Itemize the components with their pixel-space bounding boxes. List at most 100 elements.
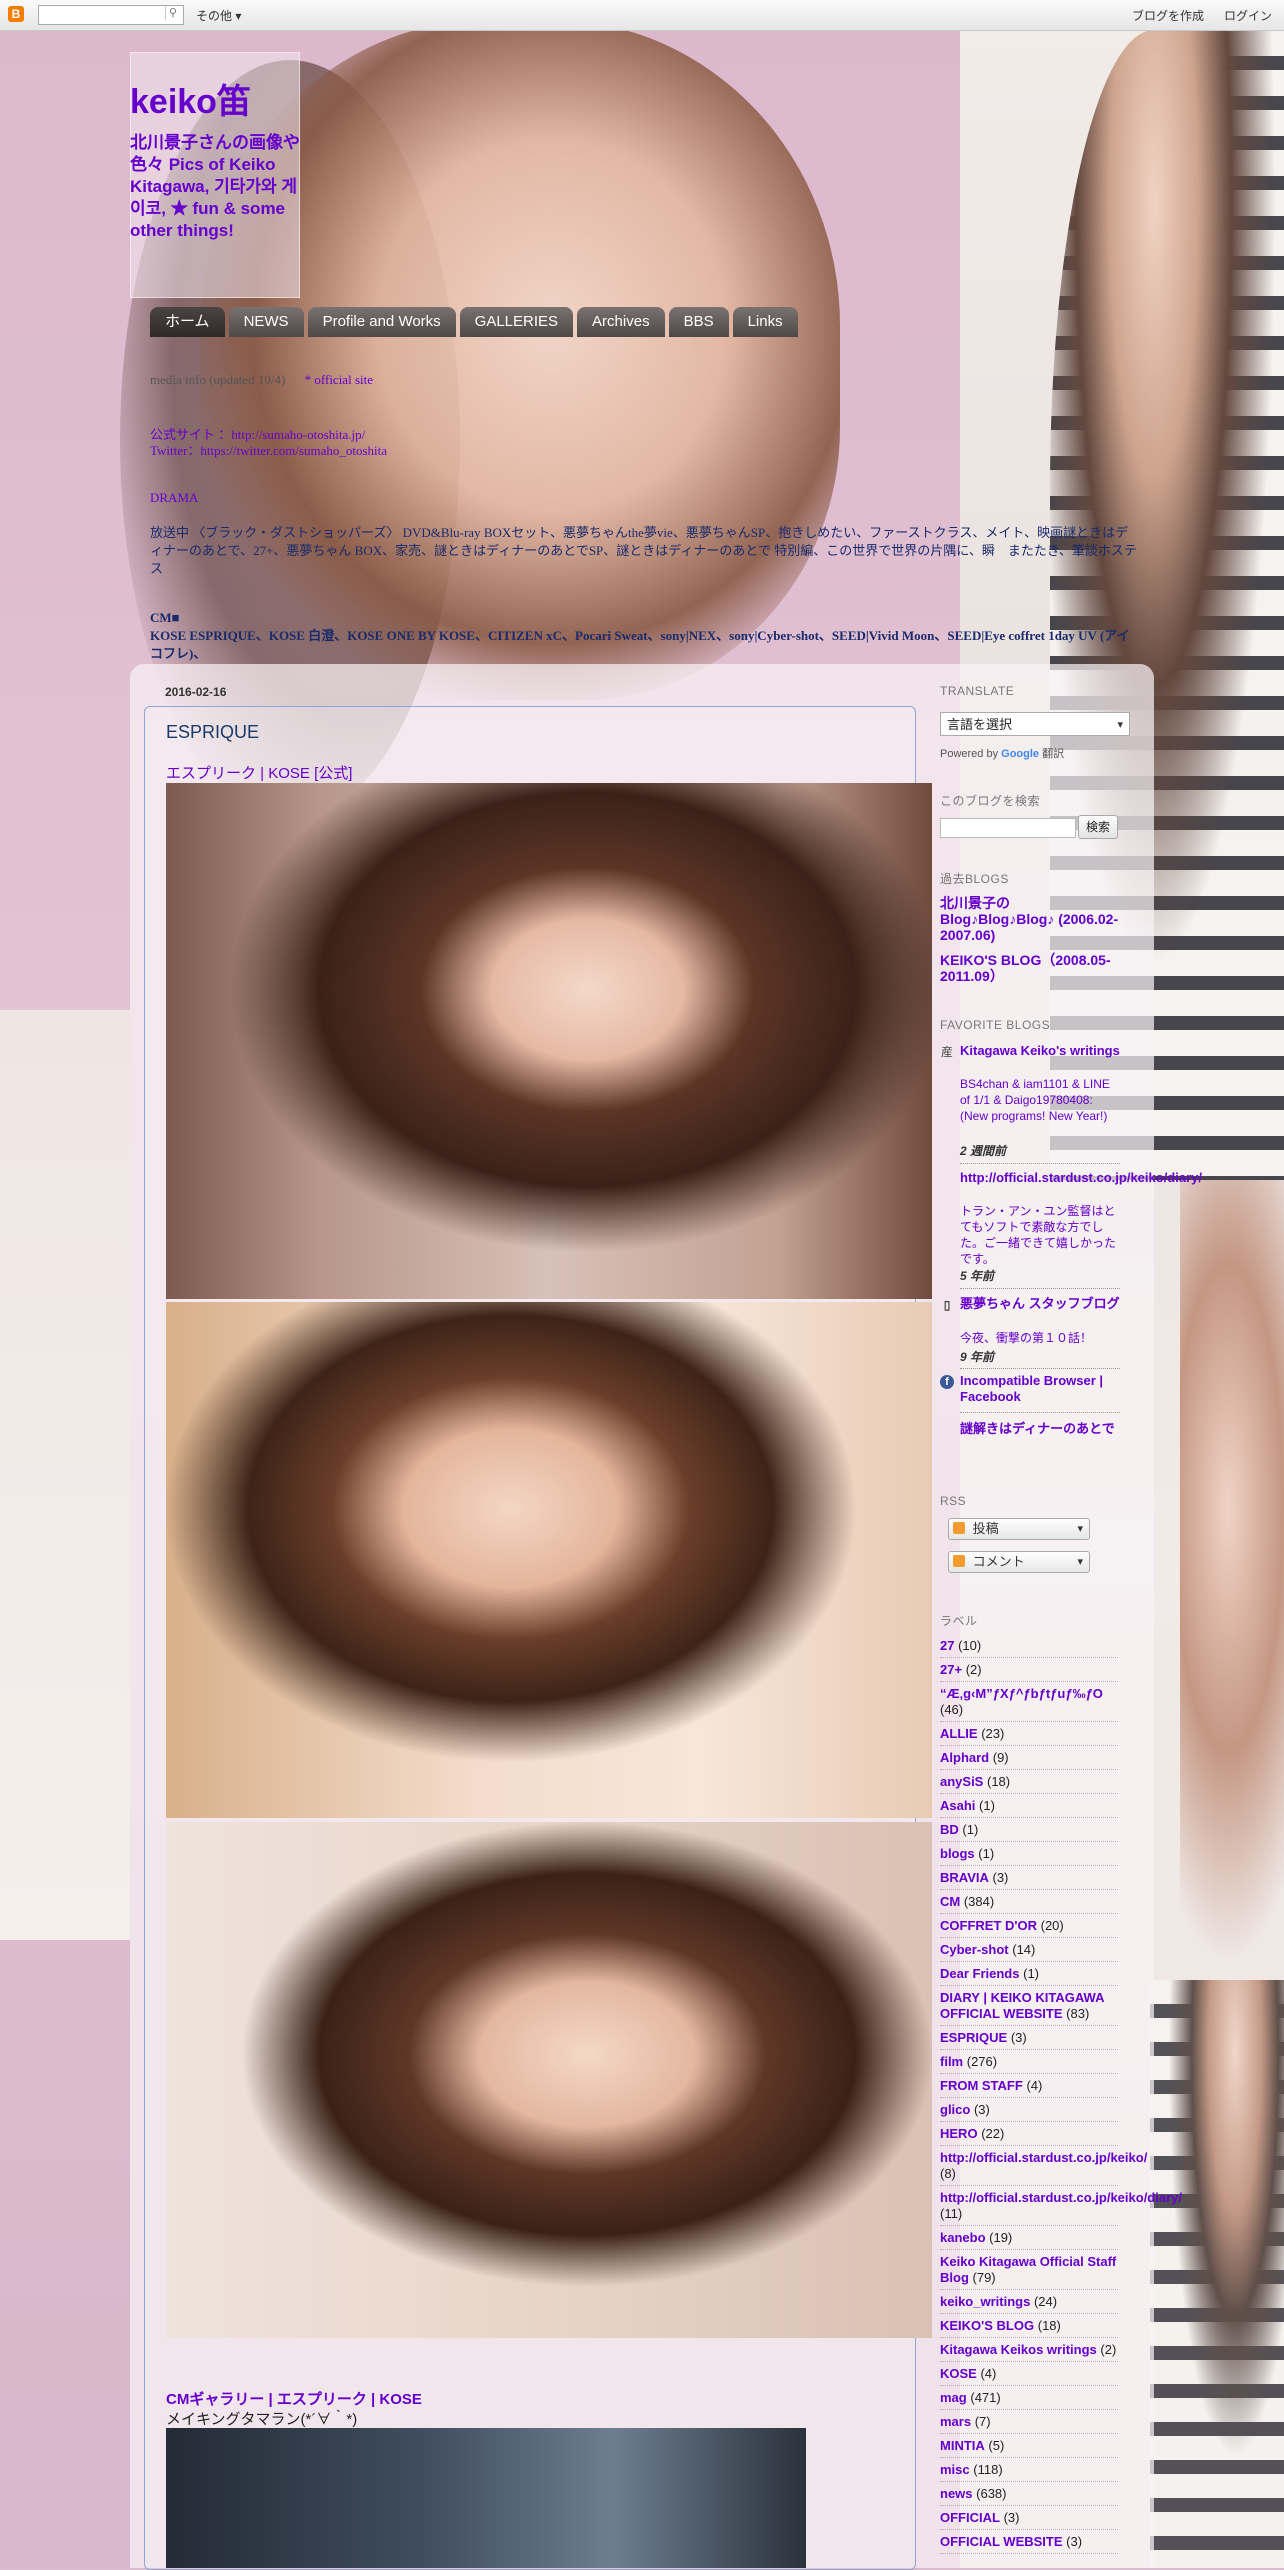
more-menu[interactable]: その他 ▾ [196,7,241,24]
blog-title[interactable]: keiko笛 [130,74,251,123]
post-source-link[interactable]: エスプリーク | KOSE [公式] [166,762,352,783]
label-item[interactable]: misc (118) [940,2458,1118,2482]
label-name[interactable]: COFFRET D'OR [940,1918,1037,1933]
label-name[interactable]: mag [940,2390,967,2405]
label-item[interactable]: HERO (22) [940,2122,1118,2146]
label-name[interactable]: http://official.stardust.co.jp/keiko/ [940,2150,1147,2165]
label-item[interactable]: 27+ (2) [940,1658,1118,1682]
label-name[interactable]: MINTIA [940,2438,985,2453]
language-select[interactable]: 言語を選択 ▾ [940,712,1130,736]
favorite-blog-post[interactable]: 今夜、衝撃の第１０話！ [960,1330,1120,1346]
label-item[interactable]: http://official.stardust.co.jp/keiko/dia… [940,2186,1182,2226]
favorite-blog-post[interactable]: トラン・アン・ユン監督はとてもソフトで素敵な方でした。ご一緒できて嬉しかったです… [960,1203,1120,1267]
label-item[interactable]: Keiko Kitagawa Official Staff Blog (79) [940,2250,1118,2290]
label-item[interactable]: ALLIE (23) [940,1722,1118,1746]
label-item[interactable]: MINTIA (5) [940,2434,1118,2458]
label-item[interactable]: OFFICIAL WEBSITE (3) [940,2530,1118,2554]
label-item[interactable]: anySiS (18) [940,1770,1118,1794]
label-name[interactable]: ALLIE [940,1726,978,1741]
label-name[interactable]: blogs [940,1846,975,1861]
label-name[interactable]: Dear Friends [940,1966,1019,1981]
label-item[interactable]: Kitagawa Keikos writings (2) [940,2338,1118,2362]
tab-galleries[interactable]: GALLERIES [459,307,574,337]
favorite-blog-title[interactable]: http://official.stardust.co.jp/keiko/dia… [960,1170,1202,1186]
favorite-blog-post[interactable]: BS4chan & iam1101 & LINE of 1/1 & Daigo1… [960,1076,1120,1124]
label-item[interactable]: blogs (1) [940,1842,1118,1866]
search-icon[interactable]: ⚲ [165,6,180,20]
label-name[interactable]: Kitagawa Keikos writings [940,2342,1097,2357]
label-item[interactable]: FROM STAFF (4) [940,2074,1118,2098]
label-name[interactable]: glico [940,2102,970,2117]
label-name[interactable]: OFFICIAL WEBSITE [940,2534,1063,2549]
post-photo-2[interactable] [166,1302,932,1818]
google-logo[interactable]: Google [1001,748,1039,760]
label-item[interactable]: OFFICIAL (3) [940,2506,1118,2530]
navbar-search-input[interactable] [38,5,184,25]
making-video-thumbnail[interactable] [166,2428,806,2568]
favorite-blog-title[interactable]: 謎解きはディナーのあとで [960,1421,1120,1437]
post-photo-1[interactable] [166,783,932,1299]
label-item[interactable]: BRAVIA (3) [940,1866,1118,1890]
post-photo-3[interactable] [166,1822,932,2338]
label-name[interactable]: 27 [940,1638,954,1653]
label-name[interactable]: anySiS [940,1774,983,1789]
label-name[interactable]: BD [940,1822,959,1837]
label-item[interactable]: Dear Friends (1) [940,1962,1118,1986]
past-blog-link-1[interactable]: 北川景子の Blog♪Blog♪Blog♪ (2006.02-2007.06) [940,895,1120,943]
label-name[interactable]: Keiko Kitagawa Official Staff Blog [940,2254,1116,2285]
label-item[interactable]: CM (384) [940,1890,1118,1914]
label-item[interactable]: “Æ‚g‹M”ƒXƒ^ƒbƒtƒuƒ‰ƒO (46) [940,1682,1118,1722]
blogger-logo-icon[interactable]: B [8,6,24,22]
label-name[interactable]: Cyber-shot [940,1942,1009,1957]
login-link[interactable]: ログイン [1224,7,1272,24]
rss-posts-button[interactable]: 投稿 ▾ [948,1518,1090,1540]
label-item[interactable]: keiko_writings (24) [940,2290,1118,2314]
label-name[interactable]: KOSE [940,2366,977,2381]
label-name[interactable]: film [940,2054,963,2069]
label-item[interactable]: kanebo (19) [940,2226,1118,2250]
label-name[interactable]: “Æ‚g‹M”ƒXƒ^ƒbƒtƒuƒ‰ƒO [940,1686,1103,1701]
cm-gallery-link[interactable]: CMギャラリー | エスプリーク | KOSE [166,2388,422,2409]
rss-comments-button[interactable]: コメント ▾ [948,1551,1090,1573]
create-blog-link[interactable]: ブログを作成 [1132,7,1204,24]
label-name[interactable]: keiko_writings [940,2294,1030,2309]
label-item[interactable]: Alphard (9) [940,1746,1118,1770]
label-item[interactable]: DIARY | KEIKO KITAGAWA OFFICIAL WEBSITE … [940,1986,1118,2026]
label-name[interactable]: http://official.stardust.co.jp/keiko/dia… [940,2190,1182,2205]
label-item[interactable]: 27 (10) [940,1634,1118,1658]
twitter-url[interactable]: Twitter：https://twitter.com/sumaho_otosh… [150,440,387,459]
tab-profile-works[interactable]: Profile and Works [307,307,456,337]
favorite-blog-title[interactable]: Kitagawa Keiko's writings [960,1043,1120,1059]
favorite-blog-title[interactable]: Incompatible Browser | Facebook [960,1373,1120,1405]
label-item[interactable]: news (638) [940,2482,1118,2506]
label-name[interactable]: ESPRIQUE [940,2030,1007,2045]
label-item[interactable]: KOSE (4) [940,2362,1118,2386]
label-item[interactable]: Cyber-shot (14) [940,1938,1118,1962]
label-name[interactable]: BRAVIA [940,1870,989,1885]
label-item[interactable]: mars (7) [940,2410,1118,2434]
label-name[interactable]: kanebo [940,2230,986,2245]
tab-news[interactable]: NEWS [228,307,304,337]
label-item[interactable]: glico (3) [940,2098,1118,2122]
label-item[interactable]: KEIKO'S BLOG (18) [940,2314,1118,2338]
label-name[interactable]: news [940,2486,973,2501]
label-item[interactable]: mag (471) [940,2386,1118,2410]
blog-search-button[interactable]: 検索 [1078,815,1118,839]
label-name[interactable]: OFFICIAL [940,2510,1000,2525]
tab-home[interactable]: ホーム [150,307,225,337]
label-name[interactable]: Alphard [940,1750,989,1765]
label-item[interactable]: COFFRET D'OR (20) [940,1914,1118,1938]
label-item[interactable]: film (276) [940,2050,1118,2074]
label-name[interactable]: CM [940,1894,960,1909]
tab-bbs[interactable]: BBS [668,307,729,337]
label-name[interactable]: 27+ [940,1662,962,1677]
label-name[interactable]: Asahi [940,1798,975,1813]
official-site-link[interactable]: * official site [305,372,373,387]
translate-link[interactable]: 翻訳 [1042,748,1064,760]
blog-search-input[interactable] [940,818,1076,838]
label-item[interactable]: Asahi (1) [940,1794,1118,1818]
favorite-blog-title[interactable]: 悪夢ちゃん スタッフブログ [960,1296,1120,1312]
label-item[interactable]: http://official.stardust.co.jp/keiko/ (8… [940,2146,1147,2186]
label-item[interactable]: BD (1) [940,1818,1118,1842]
label-name[interactable]: FROM STAFF [940,2078,1023,2093]
